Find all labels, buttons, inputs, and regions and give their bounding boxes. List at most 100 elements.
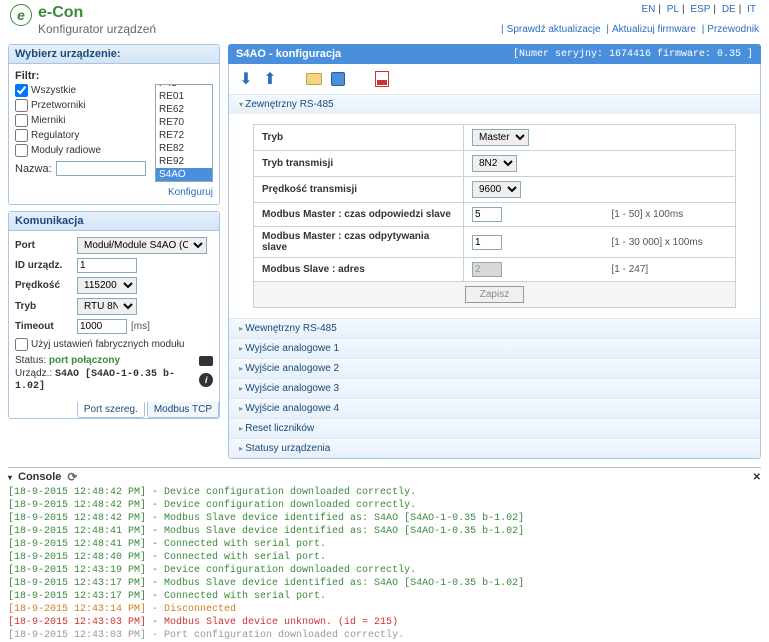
lang-esp[interactable]: ESP [690,4,710,15]
link-update-firmware[interactable]: Aktualizuj firmware [612,24,696,35]
acc-section[interactable]: Wyjście analogowe 3 [229,379,760,398]
info-icon[interactable]: i [199,373,213,387]
device-select-panel: Wybierz urządzenie: Filtr: Wszystkie Prz… [8,44,220,205]
id-input[interactable] [77,258,137,273]
save-row: Zapisz [254,282,736,308]
acc-section[interactable]: Wyjście analogowe 4 [229,399,760,418]
table-row: Modbus Master : czas odpowiedzi slave[1 … [254,203,736,227]
console-line: [18-9-2015 12:48:42 PM] - Device configu… [8,499,761,512]
mode-select[interactable]: RTU 8N2 [77,298,137,315]
resp-time-input[interactable] [472,207,502,222]
speed-select[interactable]: 115200 [77,277,137,294]
timeout-input[interactable] [77,319,127,334]
app-title: e-Con [38,4,156,22]
app-subtitle: Konfigurator urządzeń [38,22,156,36]
filter-label: Filtr: [15,70,213,82]
slave-addr-input [472,262,502,277]
configure-link[interactable]: Konfiguruj [168,187,213,198]
poll-time-input[interactable] [472,235,502,250]
filter-converters[interactable]: Przetworniki [15,99,155,112]
lang-en[interactable]: EN [641,4,655,15]
mode-ext-select[interactable]: Master [472,129,529,146]
save-button[interactable]: Zapisz [465,286,524,303]
device-list-item[interactable]: S4AO [156,168,212,181]
communication-panel: Komunikacja Port Moduł/Module S4AO (COM7)… [8,211,220,419]
filter-regulators[interactable]: Regulatory [15,129,155,142]
acc-section[interactable]: Wyjście analogowe 2 [229,359,760,378]
device-list-item[interactable]: RE92 [156,155,212,168]
console-collapse-icon[interactable]: ▾ [8,473,12,482]
serial-info: [Numer seryjny: 1674416 firmware: 0.35 ] [513,49,753,60]
console-line: [18-9-2015 12:48:42 PM] - Device configu… [8,486,761,499]
console-line: [18-9-2015 12:48:42 PM] - Modbus Slave d… [8,512,761,525]
tab-modbus-tcp[interactable]: Modbus TCP [147,402,219,418]
port-select[interactable]: Moduł/Module S4AO (COM7) [77,237,207,254]
device-list-item[interactable]: RE01 [156,90,212,103]
export-pdf-icon[interactable] [373,70,391,88]
console-line: [18-9-2015 12:43:19 PM] - Device configu… [8,564,761,577]
config-table: TrybMaster Tryb transmisji8N2 Prędkość t… [253,124,736,308]
console-refresh-icon[interactable]: ⟳ [67,470,77,484]
top-links: |Sprawdź aktualizacje |Aktualizuj firmwa… [498,24,759,35]
download-icon[interactable]: ⬇ [237,70,255,88]
speed-label: Prędkość [15,280,73,291]
filter-radio[interactable]: Moduły radiowe [15,144,155,157]
timeout-label: Timeout [15,321,73,332]
trans-mode-select[interactable]: 8N2 [472,155,517,172]
port-label: Port [15,240,73,251]
console-line: [18-9-2015 12:48:41 PM] - Modbus Slave d… [8,525,761,538]
lang-pl[interactable]: PL [667,4,679,15]
console-close-icon[interactable]: ✕ [753,472,761,483]
lang-it[interactable]: IT [747,4,756,15]
console-panel: ▾ Console ⟳ ✕ [18-9-2015 12:48:42 PM] - … [8,467,761,642]
device-list-item[interactable]: RE62 [156,103,212,116]
communication-title: Komunikacja [9,212,219,231]
device-list[interactable]: P30PP30UP41P43RE01RE62RE70RE72RE82RE92S4… [155,84,213,182]
device-list-item[interactable]: RE72 [156,129,212,142]
acc-section[interactable]: Statusy urządzenia [229,439,760,458]
tab-serial-port[interactable]: Port szereg. [77,402,145,418]
acc-external-rs485[interactable]: Zewnętrzny RS-485 [229,95,760,114]
config-titlebar: S4AO - konfiguracja [Numer seryjny: 1674… [228,44,761,64]
open-folder-icon[interactable] [305,70,323,88]
filter-meters[interactable]: Mierniki [15,114,155,127]
console-line: [18-9-2015 12:43:17 PM] - Connected with… [8,590,761,603]
console-line: [18-9-2015 12:48:40 PM] - Connected with… [8,551,761,564]
language-switcher: EN| PL| ESP| DE| IT [638,4,759,15]
console-body: [18-9-2015 12:48:42 PM] - Device configu… [8,486,761,642]
name-input[interactable] [56,161,146,176]
save-disk-icon[interactable] [329,70,347,88]
device-list-item[interactable]: RE70 [156,116,212,129]
plug-icon[interactable] [199,356,213,366]
acc-section[interactable]: Reset liczników [229,419,760,438]
console-line: [18-9-2015 12:43:03 PM] - Port configura… [8,629,761,642]
acc-section[interactable]: Wyjście analogowe 1 [229,339,760,358]
link-guide[interactable]: Przewodnik [707,24,759,35]
header: e e-Con Konfigurator urządzeń EN| PL| ES… [0,0,769,38]
trans-speed-select[interactable]: 9600 [472,181,521,198]
filter-all[interactable]: Wszystkie [15,84,155,97]
device-list-item[interactable]: RE82 [156,142,212,155]
acc-section[interactable]: Wewnętrzny RS-485 [229,319,760,338]
logo-icon: e [10,4,32,26]
config-title: S4AO - konfiguracja [236,48,341,60]
console-line: [18-9-2015 12:43:14 PM] - Disconnected [8,603,761,616]
lang-de[interactable]: DE [722,4,736,15]
table-row: TrybMaster [254,125,736,151]
id-label: ID urządz. [15,260,73,271]
link-check-updates[interactable]: Sprawdź aktualizacje [507,24,601,35]
console-line: [18-9-2015 12:43:03 PM] - Modbus Slave d… [8,616,761,629]
device-select-title: Wybierz urządzenie: [9,45,219,64]
mode-label: Tryb [15,301,73,312]
table-row: Modbus Slave : adres[1 - 247] [254,258,736,282]
status-label: Status: [15,355,46,366]
table-row: Tryb transmisji8N2 [254,151,736,177]
console-line: [18-9-2015 12:48:41 PM] - Connected with… [8,538,761,551]
factory-settings-check[interactable]: Użyj ustawień fabrycznych modułu [15,339,184,350]
table-row: Prędkość transmisji9600 [254,177,736,203]
status-value: port połączony [49,355,120,366]
console-title: Console [18,471,61,483]
timeout-unit: [ms] [131,321,150,332]
upload-icon[interactable]: ⬆ [261,70,279,88]
table-row: Modbus Master : czas odpytywania slave[1… [254,227,736,258]
